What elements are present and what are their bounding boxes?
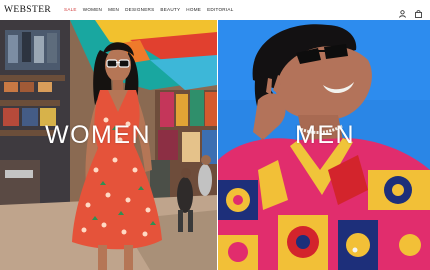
site-header: WEBSTER SALE WOMEN MEN DESIGNERS BEAUTY … [0,0,430,20]
nav-item-women[interactable]: WOMEN [83,7,102,12]
nav-item-sale[interactable]: SALE [64,7,77,12]
women-hero-title[interactable]: WOMEN [45,121,151,150]
nav-item-beauty[interactable]: BEAUTY [160,7,180,12]
women-hero-banner[interactable]: WOMEN [0,20,217,270]
site-logo[interactable]: WEBSTER [4,5,51,15]
men-hero-title[interactable]: MEN [295,121,355,150]
men-hero-banner[interactable]: MEN [218,20,430,270]
nav-item-editorial[interactable]: EDITORIAL [207,7,233,12]
nav-item-home[interactable]: HOME [186,7,201,12]
main-nav: SALE WOMEN MEN DESIGNERS BEAUTY HOME EDI… [64,7,234,12]
nav-item-designers[interactable]: DESIGNERS [125,7,154,12]
nav-item-men[interactable]: MEN [108,7,119,12]
